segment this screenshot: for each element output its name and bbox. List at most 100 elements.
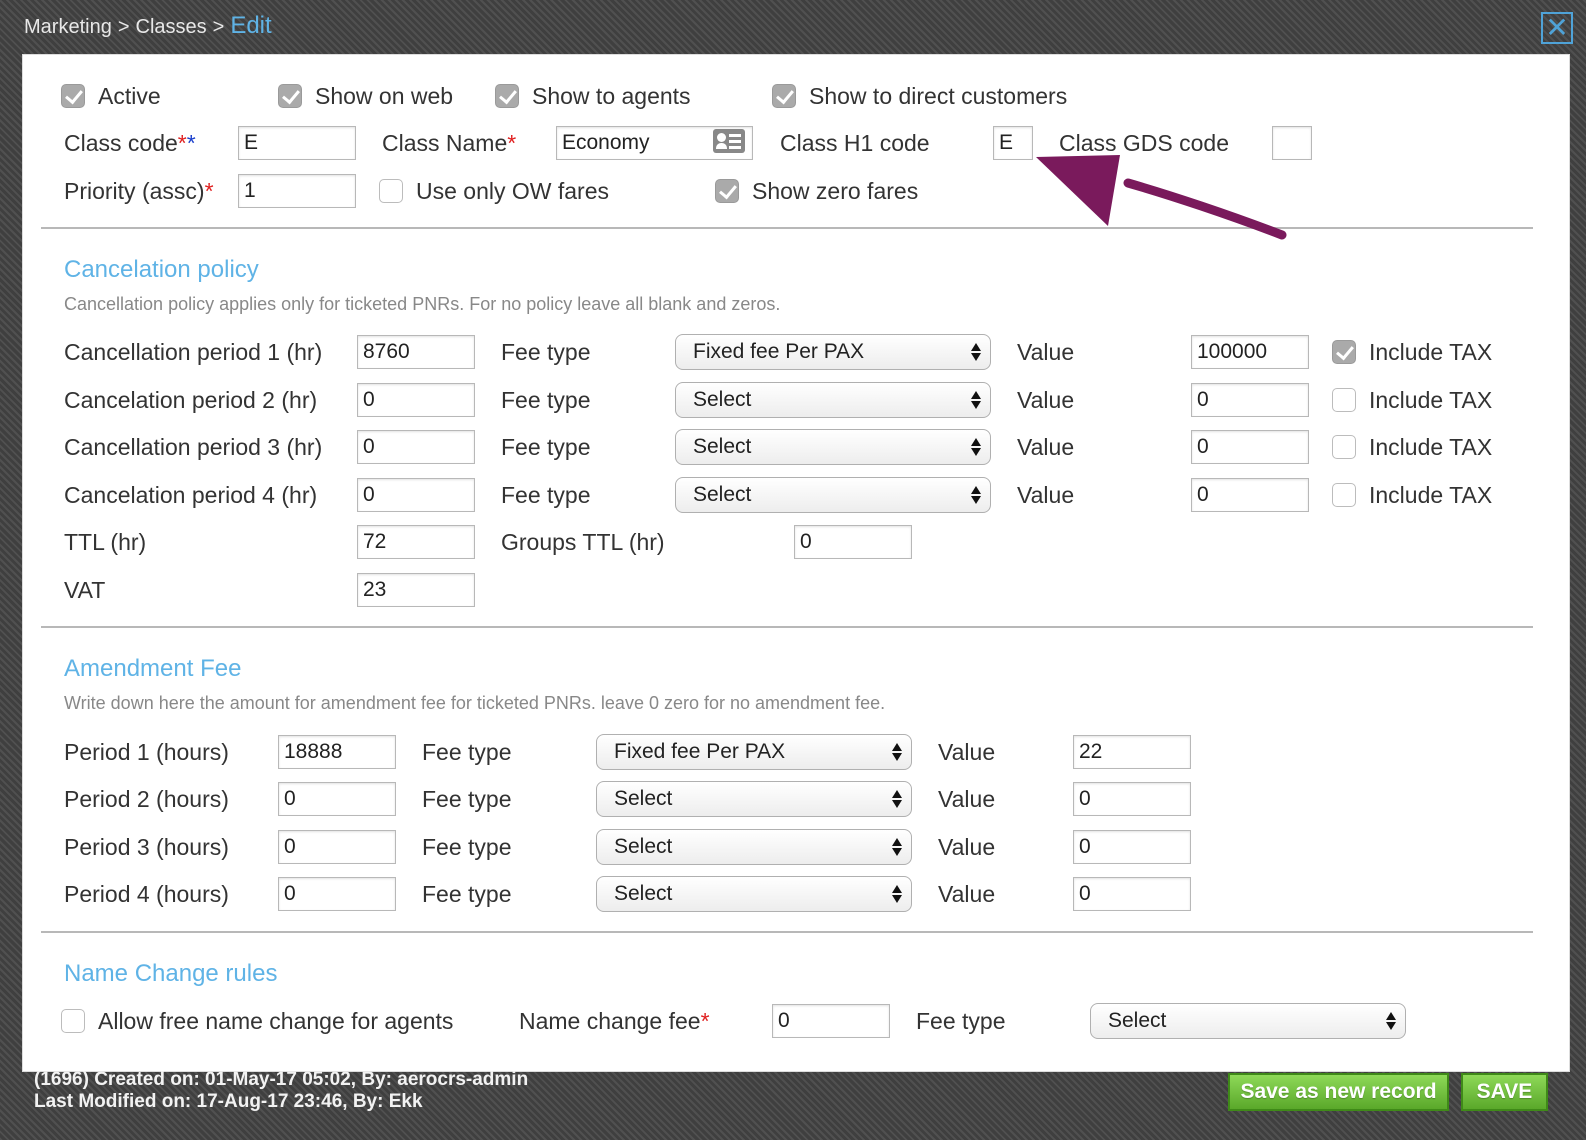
show-to-agents-checkbox[interactable] (495, 84, 519, 108)
value-label: Value (938, 881, 996, 907)
class-gds-code-input[interactable] (1272, 126, 1312, 160)
select-value: Select (614, 882, 673, 905)
include-tax-4-checkbox[interactable] (1332, 483, 1356, 507)
contact-card-icon[interactable] (713, 129, 745, 153)
amendment-fee-title: Amendment Fee (64, 655, 242, 682)
breadcrumb-classes[interactable]: Classes (136, 16, 207, 39)
amendment-fee-type-4-select[interactable]: Select (596, 876, 912, 912)
required-marker: * (177, 130, 187, 156)
breadcrumb-separator: > (212, 16, 225, 38)
select-value: Select (693, 388, 752, 411)
show-to-agents-label: Show to agents (532, 83, 691, 109)
fee-type-label: Fee type (501, 339, 591, 365)
name-change-rules-title: Name Change rules (64, 960, 278, 987)
priority-input[interactable]: 1 (238, 174, 356, 208)
select-arrows-icon (1386, 1009, 1396, 1033)
cancellation-value-1-input[interactable]: 100000 (1191, 335, 1309, 369)
amendment-period-1-label: Period 1 (hours) (64, 739, 229, 765)
amendment-fee-type-2-select[interactable]: Select (596, 781, 912, 817)
show-on-web-checkbox[interactable] (278, 84, 302, 108)
groups-ttl-input[interactable]: 0 (794, 525, 912, 559)
amendment-period-1-input[interactable]: 18888 (278, 735, 396, 769)
name-change-fee-input[interactable]: 0 (772, 1004, 890, 1038)
cancelation-policy-description: Cancellation policy applies only for tic… (64, 294, 781, 314)
select-value: Select (693, 435, 752, 458)
select-arrows-icon (892, 787, 902, 811)
amendment-period-3-input[interactable]: 0 (278, 830, 396, 864)
breadcrumb-marketing[interactable]: Marketing (24, 16, 112, 39)
active-checkbox[interactable] (61, 84, 85, 108)
amendment-period-2-input[interactable]: 0 (278, 782, 396, 816)
amendment-value-4-input[interactable]: 0 (1073, 877, 1191, 911)
amendment-value-1-input[interactable]: 22 (1073, 735, 1191, 769)
include-tax-label: Include TAX (1369, 482, 1493, 508)
amendment-fee-type-1-select[interactable]: Fixed fee Per PAX (596, 734, 912, 770)
show-to-direct-customers-label: Show to direct customers (809, 83, 1068, 109)
save-button[interactable]: SAVE (1461, 1073, 1548, 1111)
use-only-ow-fares-checkbox[interactable] (379, 179, 403, 203)
required-marker: * (700, 1008, 710, 1034)
cancellation-period-1-input[interactable]: 8760 (357, 335, 475, 369)
amendment-period-4-input[interactable]: 0 (278, 877, 396, 911)
value-label: Value (938, 786, 996, 812)
fee-type-label: Fee type (422, 834, 512, 860)
cancellation-value-3-input[interactable]: 0 (1191, 430, 1309, 464)
allow-free-name-change-checkbox[interactable] (61, 1009, 85, 1033)
ttl-input[interactable]: 72 (357, 525, 475, 559)
cancellation-value-2-input[interactable]: 0 (1191, 383, 1309, 417)
fee-type-label: Fee type (501, 434, 591, 460)
include-tax-label: Include TAX (1369, 339, 1493, 365)
close-button[interactable]: ✕ (1541, 12, 1573, 44)
required-marker: * (204, 178, 214, 204)
cancellation-period-4-input[interactable]: 0 (357, 478, 475, 512)
amendment-value-2-input[interactable]: 0 (1073, 782, 1191, 816)
include-tax-label: Include TAX (1369, 387, 1493, 413)
divider (41, 227, 1533, 229)
cancellation-period-2-input[interactable]: 0 (357, 383, 475, 417)
class-code-label-text: Class code (64, 130, 178, 156)
select-arrows-icon (971, 435, 981, 459)
divider (41, 931, 1533, 933)
cancellation-fee-type-4-select[interactable]: Select (675, 477, 991, 513)
fee-type-label: Fee type (501, 387, 591, 413)
allow-free-name-change-label: Allow free name change for agents (98, 1008, 454, 1034)
select-arrows-icon (971, 483, 981, 507)
close-icon: ✕ (1545, 12, 1569, 43)
use-only-ow-fares-label: Use only OW fares (416, 178, 609, 204)
amendment-fee-type-3-select[interactable]: Select (596, 829, 912, 865)
include-tax-2-checkbox[interactable] (1332, 388, 1356, 412)
show-to-direct-customers-checkbox[interactable] (772, 84, 796, 108)
class-gds-code-label: Class GDS code (1059, 130, 1230, 156)
vat-input[interactable]: 23 (357, 573, 475, 607)
show-zero-fares-checkbox[interactable] (715, 179, 739, 203)
class-h1-code-input[interactable]: E (993, 126, 1033, 160)
priority-label: Priority (assc)* (64, 174, 214, 208)
show-on-web-label: Show on web (315, 83, 454, 109)
breadcrumb-current: Edit (230, 12, 272, 39)
cancellation-period-1-label: Cancellation period 1 (hr) (64, 339, 323, 365)
save-as-new-record-button[interactable]: Save as new record (1228, 1073, 1449, 1111)
name-change-fee-type-select[interactable]: Select (1090, 1003, 1406, 1039)
cancellation-fee-type-2-select[interactable]: Select (675, 382, 991, 418)
class-code-input[interactable]: E (238, 126, 356, 160)
select-value: Select (614, 835, 673, 858)
ttl-label: TTL (hr) (64, 529, 147, 555)
divider (41, 626, 1533, 628)
select-arrows-icon (892, 882, 902, 906)
required-marker: * (507, 130, 517, 156)
value-label: Value (1017, 387, 1075, 413)
cancellation-fee-type-1-select[interactable]: Fixed fee Per PAX (675, 334, 991, 370)
cancellation-fee-type-3-select[interactable]: Select (675, 429, 991, 465)
cancellation-period-2-label: Cancelation period 2 (hr) (64, 387, 318, 413)
select-value: Fixed fee Per PAX (693, 340, 865, 363)
class-name-label: Class Name* (382, 126, 516, 160)
include-tax-3-checkbox[interactable] (1332, 435, 1356, 459)
include-tax-1-checkbox[interactable] (1332, 340, 1356, 364)
value-label: Value (1017, 339, 1075, 365)
amendment-fee-description: Write down here the amount for amendment… (64, 693, 886, 713)
cancellation-period-3-input[interactable]: 0 (357, 430, 475, 464)
amendment-period-4-label: Period 4 (hours) (64, 881, 229, 907)
amendment-value-3-input[interactable]: 0 (1073, 830, 1191, 864)
amendment-period-3-label: Period 3 (hours) (64, 834, 229, 860)
cancellation-value-4-input[interactable]: 0 (1191, 478, 1309, 512)
